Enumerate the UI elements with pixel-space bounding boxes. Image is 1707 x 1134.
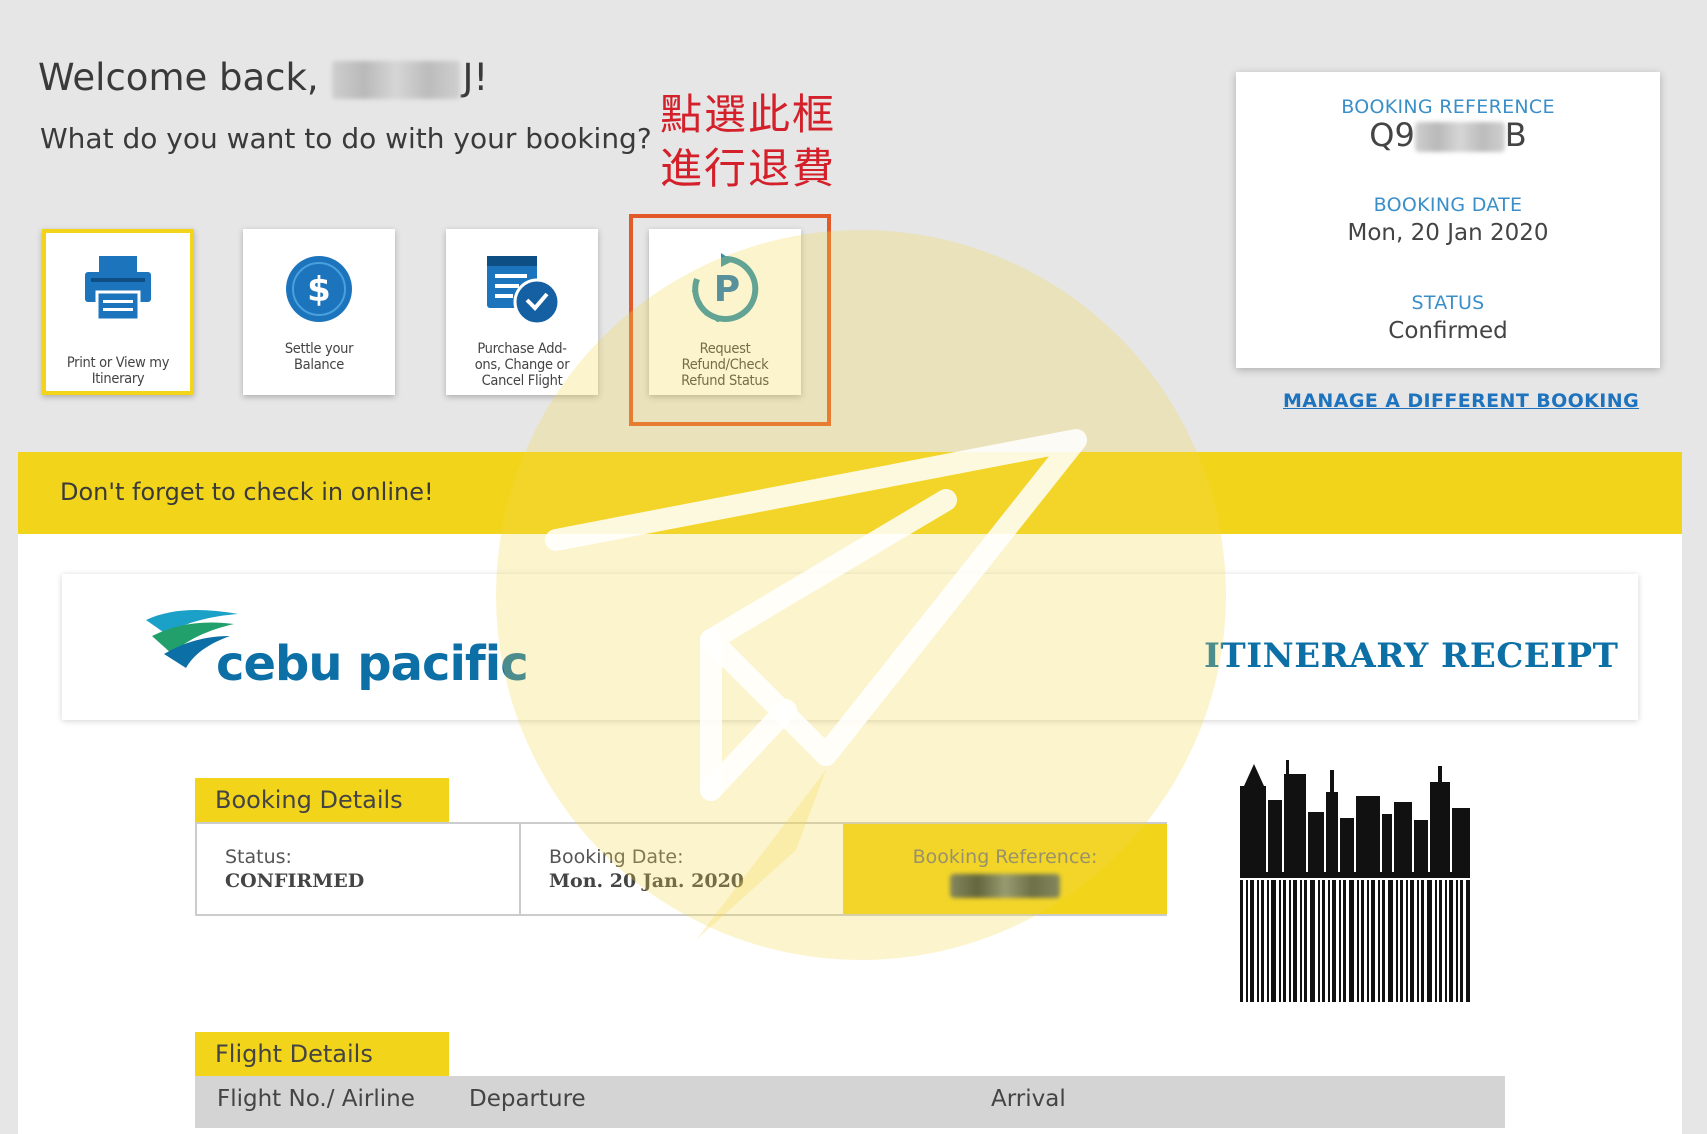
booking-date-value: Mon, 20 Jan 2020 [1347,220,1549,246]
request-refund-button[interactable]: P Request Refund/Check Refund Status [649,229,801,395]
welcome-prefix: Welcome back, [38,56,319,99]
skyline-barcode-icon [1240,760,1470,1002]
booking-reference-suffix: B [1504,116,1527,154]
booking-details-heading: Booking Details [195,778,449,822]
annotation-line-2: 進行退費 [660,144,837,193]
booking-date-cell-value: Mon. 20 Jan. 2020 [549,870,745,892]
cebu-pacific-logo: cebu pacific [216,636,529,692]
redacted-name [332,60,461,99]
redacted-reference [1414,122,1505,152]
column-arrival: Arrival [991,1086,1066,1112]
booking-question: What do you want to do with your booking… [40,122,652,155]
welcome-heading: Welcome back, J! [38,56,488,99]
svg-text:P: P [714,269,740,310]
checkin-banner: Don't forget to check in online! [18,452,1682,534]
booking-reference-label: BOOKING REFERENCE [1341,96,1555,118]
flight-details-header-row: Flight No./ Airline Departure Arrival [195,1076,1505,1128]
printer-icon [46,253,190,325]
refund-annotation: 點選此框 進行退費 [660,88,836,196]
booking-date-label: BOOKING DATE [1373,194,1523,216]
flight-details-heading: Flight Details [195,1032,449,1076]
welcome-suffix: J! [462,56,489,99]
print-itinerary-button[interactable]: Print or View my Itinerary [42,229,194,395]
booking-details-row: Status: CONFIRMED Booking Date: Mon. 20 … [195,822,1167,916]
calendar-clock-icon [446,253,598,326]
booking-status-value: CONFIRMED [225,870,365,892]
settle-balance-button[interactable]: $ Settle your Balance [243,229,395,395]
column-departure: Departure [469,1086,586,1112]
print-itinerary-label: Print or View my Itinerary [66,355,170,387]
status-value: Confirmed [1388,318,1508,344]
settle-balance-label: Settle your Balance [284,341,354,373]
purchase-addons-label: Purchase Add- ons, Change or Cancel Flig… [474,341,570,389]
booking-reference-value: Q9 B [1236,116,1660,154]
booking-status-label: Status: [225,846,292,868]
booking-reference-cell: Booking Reference: [843,824,1167,914]
status-label: STATUS [1411,292,1485,314]
request-refund-label: Request Refund/Check Refund Status [681,341,769,389]
dollar-icon: $ [243,253,395,325]
booking-summary-panel: BOOKING REFERENCE Q9 B BOOKING DATE Mon, … [1236,72,1660,368]
purchase-addons-button[interactable]: Purchase Add- ons, Change or Cancel Flig… [446,229,598,395]
booking-date-cell: Booking Date: Mon. 20 Jan. 2020 [521,824,843,914]
itinerary-title: ITINERARY RECEIPT [1204,636,1619,676]
svg-text:$: $ [307,270,331,310]
booking-status-cell: Status: CONFIRMED [197,824,521,914]
booking-date-cell-label: Booking Date: [549,846,684,868]
booking-reference-prefix: Q9 [1369,116,1415,154]
manage-different-booking-link[interactable]: MANAGE A DIFFERENT BOOKING [1283,390,1639,412]
refund-icon: P [649,253,801,325]
redacted-booking-reference [950,874,1060,898]
annotation-line-1: 點選此框 [660,90,837,139]
column-flight-no: Flight No./ Airline [217,1086,415,1112]
checkin-reminder: Don't forget to check in online! [60,478,434,506]
booking-reference-cell-label: Booking Reference: [912,846,1098,868]
